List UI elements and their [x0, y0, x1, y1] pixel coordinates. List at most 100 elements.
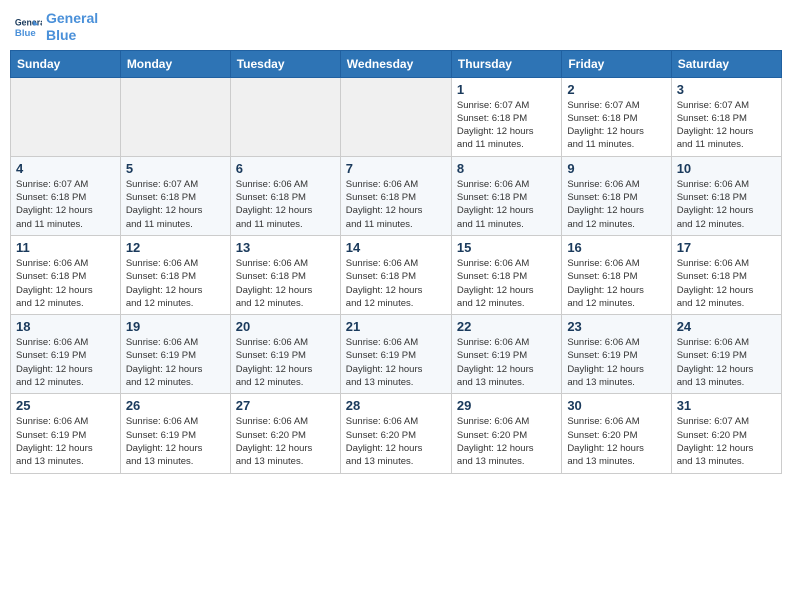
day-number: 20 [236, 319, 335, 334]
day-number: 11 [16, 240, 115, 255]
day-cell: 16 Sunrise: 6:06 AMSunset: 6:18 PMDayligh… [562, 235, 671, 314]
day-info: Sunrise: 6:07 AMSunset: 6:18 PMDaylight:… [126, 178, 225, 231]
day-number: 8 [457, 161, 556, 176]
day-cell: 23 Sunrise: 6:06 AMSunset: 6:19 PMDayligh… [562, 315, 671, 394]
week-row-1: 1 Sunrise: 6:07 AMSunset: 6:18 PMDaylight… [11, 77, 782, 156]
svg-text:General: General [15, 17, 42, 27]
day-number: 24 [677, 319, 776, 334]
day-number: 13 [236, 240, 335, 255]
day-cell: 28 Sunrise: 6:06 AMSunset: 6:20 PMDayligh… [340, 394, 451, 473]
day-number: 22 [457, 319, 556, 334]
day-cell: 20 Sunrise: 6:06 AMSunset: 6:19 PMDayligh… [230, 315, 340, 394]
logo-icon: General Blue [14, 13, 42, 41]
day-number: 10 [677, 161, 776, 176]
day-cell: 21 Sunrise: 6:06 AMSunset: 6:19 PMDayligh… [340, 315, 451, 394]
day-number: 25 [16, 398, 115, 413]
day-cell: 3 Sunrise: 6:07 AMSunset: 6:18 PMDaylight… [671, 77, 781, 156]
day-cell: 6 Sunrise: 6:06 AMSunset: 6:18 PMDaylight… [230, 156, 340, 235]
day-info: Sunrise: 6:06 AMSunset: 6:19 PMDaylight:… [567, 336, 665, 389]
day-cell: 27Sunrise: 6:06 AMSunset: 6:20 PMDayligh… [230, 394, 340, 473]
day-info: Sunrise: 6:07 AMSunset: 6:18 PMDaylight:… [677, 99, 776, 152]
day-cell: 19 Sunrise: 6:06 AMSunset: 6:19 PMDayligh… [120, 315, 230, 394]
day-info: Sunrise: 6:06 AMSunset: 6:18 PMDaylight:… [236, 178, 335, 231]
day-info: Sunrise: 6:07 AMSunset: 6:18 PMDaylight:… [457, 99, 556, 152]
day-info: Sunrise: 6:06 AMSunset: 6:18 PMDaylight:… [567, 178, 665, 231]
day-info: Sunrise: 6:06 AMSunset: 6:19 PMDaylight:… [346, 336, 446, 389]
day-number: 9 [567, 161, 665, 176]
day-number: 3 [677, 82, 776, 97]
day-cell: 13 Sunrise: 6:06 AMSunset: 6:18 PMDayligh… [230, 235, 340, 314]
logo-text: GeneralBlue [46, 10, 98, 44]
day-cell: 24Sunrise: 6:06 AMSunset: 6:19 PMDayligh… [671, 315, 781, 394]
day-header-thursday: Thursday [451, 50, 561, 77]
calendar-table: SundayMondayTuesdayWednesdayThursdayFrid… [10, 50, 782, 474]
day-info: Sunrise: 6:06 AMSunset: 6:20 PMDaylight:… [567, 415, 665, 468]
day-header-sunday: Sunday [11, 50, 121, 77]
day-cell: 12 Sunrise: 6:06 AMSunset: 6:18 PMDayligh… [120, 235, 230, 314]
week-row-5: 25 Sunrise: 6:06 AMSunset: 6:19 PMDayligh… [11, 394, 782, 473]
day-cell: 30 Sunrise: 6:06 AMSunset: 6:20 PMDayligh… [562, 394, 671, 473]
day-info: Sunrise: 6:06 AMSunset: 6:19 PMDaylight:… [236, 336, 335, 389]
day-info: Sunrise: 6:06 AMSunset: 6:20 PMDaylight:… [346, 415, 446, 468]
day-header-saturday: Saturday [671, 50, 781, 77]
day-header-friday: Friday [562, 50, 671, 77]
day-info: Sunrise: 6:06 AMSunset: 6:18 PMDaylight:… [16, 257, 115, 310]
day-cell [230, 77, 340, 156]
day-number: 12 [126, 240, 225, 255]
day-number: 30 [567, 398, 665, 413]
day-info: Sunrise: 6:06 AMSunset: 6:18 PMDaylight:… [567, 257, 665, 310]
day-number: 28 [346, 398, 446, 413]
week-row-3: 11 Sunrise: 6:06 AMSunset: 6:18 PMDayligh… [11, 235, 782, 314]
day-info: Sunrise: 6:06 AMSunset: 6:18 PMDaylight:… [677, 178, 776, 231]
day-info: Sunrise: 6:06 AMSunset: 6:19 PMDaylight:… [16, 336, 115, 389]
day-info: Sunrise: 6:06 AMSunset: 6:18 PMDaylight:… [346, 178, 446, 231]
day-number: 18 [16, 319, 115, 334]
day-cell: 18 Sunrise: 6:06 AMSunset: 6:19 PMDayligh… [11, 315, 121, 394]
day-info: Sunrise: 6:06 AMSunset: 6:18 PMDaylight:… [126, 257, 225, 310]
day-info: Sunrise: 6:07 AMSunset: 6:20 PMDaylight:… [677, 415, 776, 468]
day-cell: 2 Sunrise: 6:07 AMSunset: 6:18 PMDaylight… [562, 77, 671, 156]
day-info: Sunrise: 6:06 AMSunset: 6:18 PMDaylight:… [457, 257, 556, 310]
day-info: Sunrise: 6:06 AMSunset: 6:19 PMDaylight:… [16, 415, 115, 468]
day-number: 31 [677, 398, 776, 413]
day-cell: 11 Sunrise: 6:06 AMSunset: 6:18 PMDayligh… [11, 235, 121, 314]
day-number: 2 [567, 82, 665, 97]
day-cell: 1 Sunrise: 6:07 AMSunset: 6:18 PMDaylight… [451, 77, 561, 156]
day-number: 23 [567, 319, 665, 334]
day-number: 21 [346, 319, 446, 334]
day-info: Sunrise: 6:07 AMSunset: 6:18 PMDaylight:… [16, 178, 115, 231]
day-info: Sunrise: 6:06 AMSunset: 6:18 PMDaylight:… [677, 257, 776, 310]
day-cell: 5Sunrise: 6:07 AMSunset: 6:18 PMDaylight… [120, 156, 230, 235]
day-number: 26 [126, 398, 225, 413]
day-number: 19 [126, 319, 225, 334]
day-number: 17 [677, 240, 776, 255]
day-header-tuesday: Tuesday [230, 50, 340, 77]
day-cell [340, 77, 451, 156]
day-cell: 9 Sunrise: 6:06 AMSunset: 6:18 PMDaylight… [562, 156, 671, 235]
day-info: Sunrise: 6:06 AMSunset: 6:19 PMDaylight:… [457, 336, 556, 389]
logo: General Blue GeneralBlue [14, 10, 98, 44]
day-number: 6 [236, 161, 335, 176]
day-cell [120, 77, 230, 156]
day-info: Sunrise: 6:06 AMSunset: 6:18 PMDaylight:… [236, 257, 335, 310]
day-cell: 25 Sunrise: 6:06 AMSunset: 6:19 PMDayligh… [11, 394, 121, 473]
day-cell [11, 77, 121, 156]
week-row-4: 18 Sunrise: 6:06 AMSunset: 6:19 PMDayligh… [11, 315, 782, 394]
day-number: 16 [567, 240, 665, 255]
day-info: Sunrise: 6:06 AMSunset: 6:18 PMDaylight:… [457, 178, 556, 231]
day-cell: 26 Sunrise: 6:06 AMSunset: 6:19 PMDayligh… [120, 394, 230, 473]
day-cell: 14Sunrise: 6:06 AMSunset: 6:18 PMDayligh… [340, 235, 451, 314]
day-cell: 31 Sunrise: 6:07 AMSunset: 6:20 PMDayligh… [671, 394, 781, 473]
day-number: 1 [457, 82, 556, 97]
day-info: Sunrise: 6:06 AMSunset: 6:19 PMDaylight:… [126, 415, 225, 468]
day-info: Sunrise: 6:06 AMSunset: 6:19 PMDaylight:… [126, 336, 225, 389]
day-header-wednesday: Wednesday [340, 50, 451, 77]
day-number: 14 [346, 240, 446, 255]
day-number: 29 [457, 398, 556, 413]
day-cell: 10 Sunrise: 6:06 AMSunset: 6:18 PMDayligh… [671, 156, 781, 235]
svg-text:Blue: Blue [15, 28, 36, 39]
day-cell: 7Sunrise: 6:06 AMSunset: 6:18 PMDaylight… [340, 156, 451, 235]
day-info: Sunrise: 6:07 AMSunset: 6:18 PMDaylight:… [567, 99, 665, 152]
day-number: 4 [16, 161, 115, 176]
day-number: 15 [457, 240, 556, 255]
